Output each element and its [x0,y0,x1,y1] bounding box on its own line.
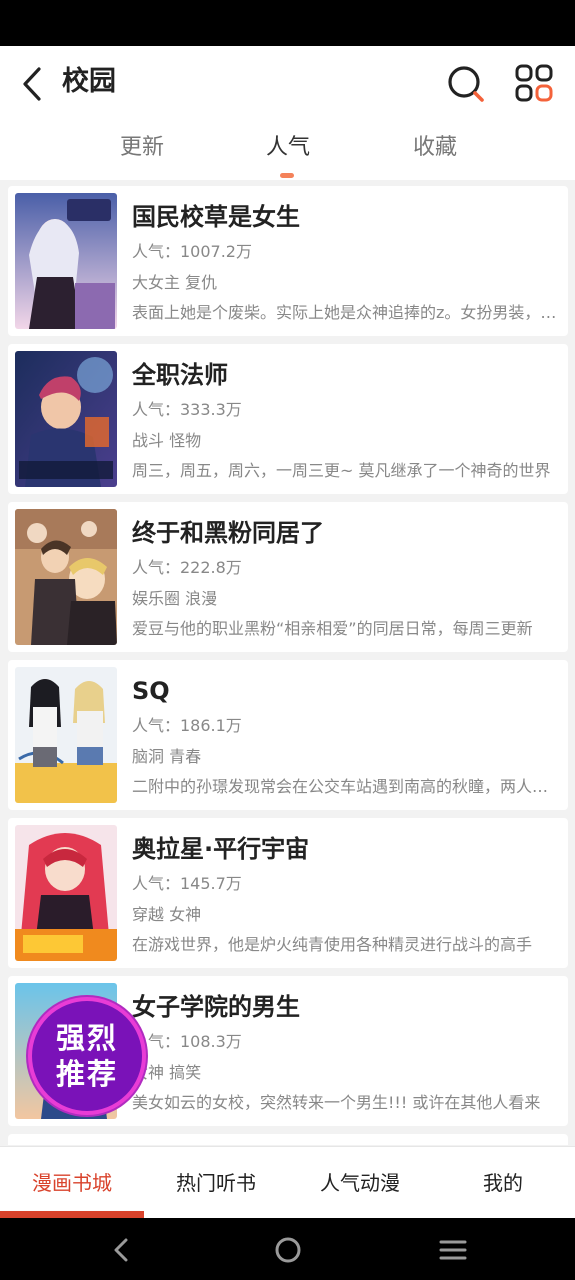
comic-title: 终于和黑粉同居了 [132,519,324,547]
comic-title: 奥拉星·平行宇宙 [132,835,310,863]
system-nav-bar [0,1218,575,1280]
comic-description: 表面上她是个废柴。实际上她是众神追捧的z。女扮男装，欢迎收看 [132,303,560,322]
nav-home-icon [275,1237,301,1263]
nav-anime[interactable]: 人气动漫 [288,1147,432,1215]
nav-recents-button[interactable] [433,1230,473,1270]
badge-line-1: 强烈 [55,1021,118,1055]
comic-popularity: 人气：145.7万 [132,874,242,893]
comic-description: 二附中的孙璟发现常会在公交车站遇到南高的秋瞳，两人之间 [132,777,560,796]
comic-cover[interactable] [15,509,117,645]
search-button[interactable] [444,62,488,106]
comic-popularity: 人气：108.3万 [132,1032,242,1051]
search-icon [448,66,484,102]
comic-description: 美女如云的女校，突然转来一个男生!!! 或许在其他人看来 [132,1093,541,1112]
nav-recents-icon [439,1240,467,1260]
comic-card[interactable]: 全职法师 人气：333.3万 战斗 怪物 周三，周五，周六，一周三更~ 莫凡继承… [8,344,568,494]
bottom-nav: 漫画书城 热门听书 人气动漫 我的 [0,1146,575,1218]
tab-popular[interactable]: 人气 [243,130,333,166]
page-title: 校园 [62,66,116,97]
tab-indicator [280,173,294,178]
comic-card[interactable]: SQ 人气：186.1万 脑洞 青春 二附中的孙璟发现常会在公交车站遇到南高的秋… [8,660,568,810]
nav-active-underline [0,1211,144,1218]
comic-card[interactable]: 国民校草是女生 人气：1007.2万 大女主 复仇 表面上她是个废柴。实际上她是… [8,186,568,336]
comic-popularity: 人气：222.8万 [132,558,242,577]
nav-audiobooks[interactable]: 热门听书 [144,1147,288,1215]
comic-tags: 娱乐圈 浪漫 [132,589,218,608]
comic-title: SQ [132,677,170,705]
comic-cover[interactable] [15,825,117,961]
comic-card[interactable]: 奥拉星·平行宇宙 人气：145.7万 穿越 女神 在游戏世界，他是炉火纯青使用各… [8,818,568,968]
comic-popularity: 人气：186.1万 [132,716,242,735]
badge-line-2: 推荐 [55,1057,118,1091]
comic-description: 爱豆与他的职业黑粉“相亲相爱”的同居日常，每周三更新 [132,619,533,638]
back-button[interactable] [12,64,52,104]
nav-back-button[interactable] [102,1230,142,1270]
comic-cover[interactable] [15,667,117,803]
category-grid-button[interactable] [513,62,557,106]
comic-cover[interactable] [15,193,117,329]
comic-cover[interactable] [15,351,117,487]
comic-popularity: 人气：1007.2万 [132,242,252,261]
tab-favorites[interactable]: 收藏 [390,130,480,166]
grid-icon [515,64,553,102]
comic-popularity: 人气：333.3万 [132,400,242,419]
nav-comic-store[interactable]: 漫画书城 [0,1147,144,1215]
back-icon [23,67,41,101]
nav-home-button[interactable] [268,1230,308,1270]
comic-card[interactable] [8,1134,568,1145]
comic-tags: 穿越 女神 [132,905,202,924]
comic-tags: 脑洞 青春 [132,747,202,766]
header: 校园 更新 人气 收藏 [0,46,575,180]
comic-description: 在游戏世界，他是炉火纯青使用各种精灵进行战斗的高手 [132,935,533,954]
comic-card[interactable]: 终于和黑粉同居了 人气：222.8万 娱乐圈 浪漫 爱豆与他的职业黑粉“相亲相爱… [8,502,568,652]
comic-tags: 大女主 复仇 [132,273,218,292]
comic-title: 全职法师 [132,361,228,389]
comic-title: 女子学院的男生 [132,993,300,1021]
recommend-badge[interactable]: 强烈 推荐 [28,997,146,1115]
tab-updates[interactable]: 更新 [97,130,187,166]
nav-profile[interactable]: 我的 [431,1147,575,1215]
tab-bar: 更新 人气 收藏 [0,130,575,178]
comic-tags: 战斗 怪物 [132,431,202,450]
nav-back-icon [114,1238,128,1262]
comic-description: 周三，周五，周六，一周三更~ 莫凡继承了一个神奇的世界 [132,461,551,480]
status-bar [0,0,575,46]
comic-title: 国民校草是女生 [132,203,300,231]
